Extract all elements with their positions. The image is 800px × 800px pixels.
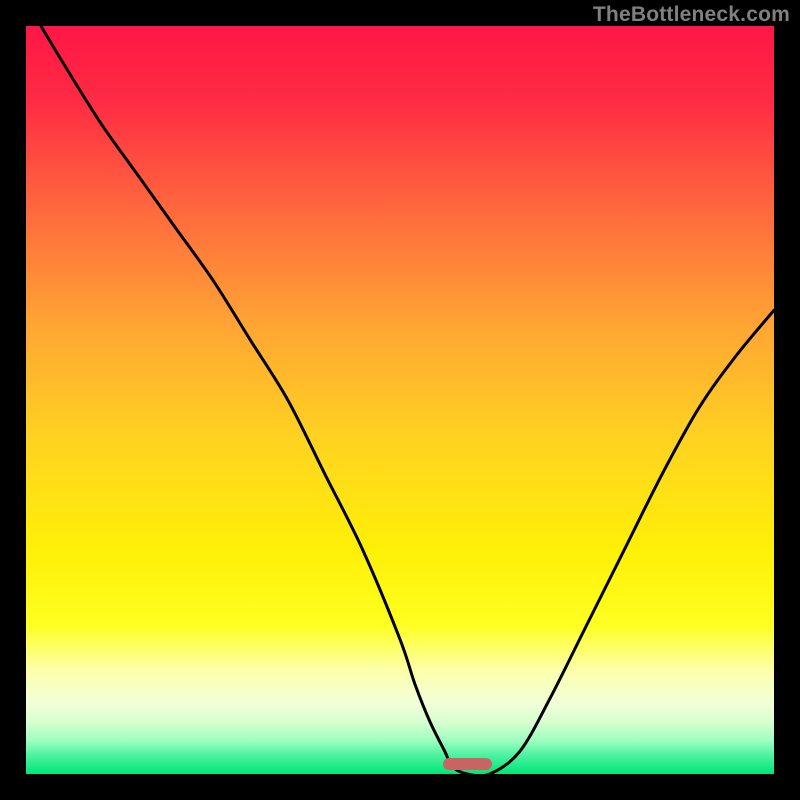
- chart-frame: TheBottleneck.com: [0, 0, 800, 800]
- plot-area: [26, 26, 774, 774]
- optimum-marker: [443, 758, 492, 770]
- bottleneck-curve: [26, 26, 774, 774]
- watermark-text: TheBottleneck.com: [593, 3, 790, 27]
